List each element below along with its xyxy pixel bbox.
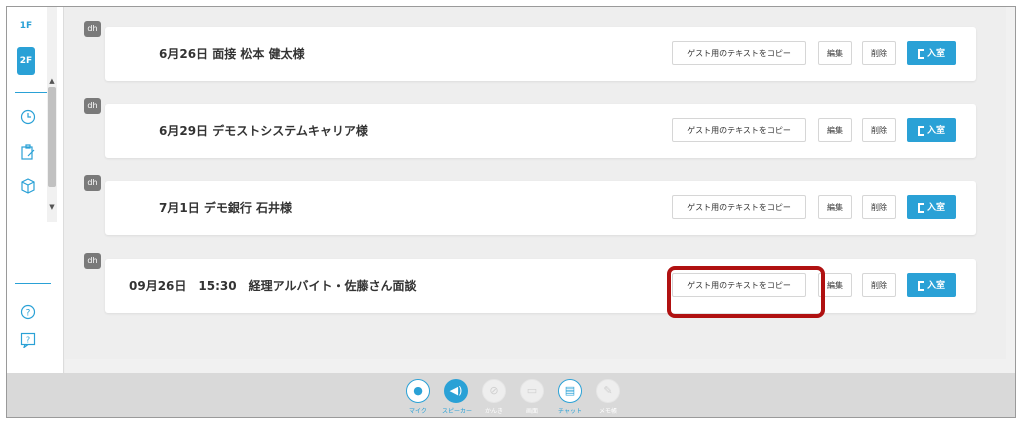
room-card: dh 6月29日 デモストシステムキャリア様 ゲスト用のテキストをコピー 編集 …: [84, 98, 976, 158]
enter-room-button[interactable]: 入室: [907, 118, 956, 142]
door-icon: [917, 48, 924, 59]
clock-icon[interactable]: [20, 109, 36, 125]
room-card: dh 6月26日 面接 松本 健太様 ゲスト用のテキストをコピー 編集 削除 入…: [84, 21, 976, 81]
room-title: 7月1日 デモ銀行 石井様: [159, 201, 293, 215]
enter-room-button[interactable]: 入室: [907, 41, 956, 65]
enter-room-button[interactable]: 入室: [907, 273, 956, 297]
delete-button[interactable]: 削除: [862, 195, 896, 219]
control-bar: ● マイク ◀) スピーカー ⊘ かんき ▭ 画面 ▤ チャット ✎ メモ帳: [7, 373, 1015, 417]
edit-note-icon[interactable]: [20, 144, 36, 160]
edit-button[interactable]: 編集: [818, 41, 852, 65]
scroll-down-icon[interactable]: ▼: [47, 203, 57, 211]
room-list: dh 6月26日 面接 松本 健太様 ゲスト用のテキストをコピー 編集 削除 入…: [65, 7, 1011, 363]
room-card: dh 7月1日 デモ銀行 石井様 ゲスト用のテキストをコピー 編集 削除 入室: [84, 175, 976, 235]
screen-share-button[interactable]: ▭ 画面: [518, 379, 546, 415]
room-title: 6月29日 デモストシステムキャリア様: [159, 124, 368, 138]
scrollbar-thumb[interactable]: [48, 87, 56, 187]
mic-button[interactable]: ● マイク: [404, 379, 432, 415]
camera-button[interactable]: ⊘ かんき: [480, 379, 508, 415]
app-window: 1F 2F ? ? ▲ ▼ dh 6月26日 面接 松本 健太様 ゲスト用のテキ…: [6, 6, 1016, 418]
highlight-box: [667, 266, 825, 318]
cube-icon[interactable]: [20, 178, 36, 194]
delete-button[interactable]: 削除: [862, 273, 896, 297]
sidebar: 1F 2F ? ? ▲ ▼: [7, 7, 64, 373]
floor-2f-tab[interactable]: 2F: [17, 47, 35, 75]
speaker-button[interactable]: ◀) スピーカー: [442, 379, 473, 415]
door-icon: [917, 202, 924, 213]
door-icon: [917, 125, 924, 136]
room-title: 6月26日 面接 松本 健太様: [159, 47, 305, 61]
speaker-label: スピーカー: [442, 408, 473, 415]
sidebar-divider: [15, 283, 51, 284]
dh-badge-icon: dh: [84, 175, 101, 191]
enter-label: 入室: [926, 49, 945, 59]
enter-room-button[interactable]: 入室: [907, 195, 956, 219]
enter-label: 入室: [926, 281, 945, 291]
copy-guest-text-button[interactable]: ゲスト用のテキストをコピー: [672, 195, 806, 219]
edit-button[interactable]: 編集: [818, 118, 852, 142]
room-title: 09月26日 15:30 経理アルバイト・佐藤さん面談: [129, 279, 417, 293]
scroll-up-icon[interactable]: ▲: [47, 77, 57, 85]
edit-button[interactable]: 編集: [818, 195, 852, 219]
copy-guest-text-button[interactable]: ゲスト用のテキストをコピー: [672, 41, 806, 65]
delete-button[interactable]: 削除: [862, 41, 896, 65]
chat-button[interactable]: ▤ チャット: [556, 379, 584, 415]
screen-share-icon: ▭: [520, 379, 544, 403]
memo-icon: ✎: [596, 379, 620, 403]
room-card: dh 09月26日 15:30 経理アルバイト・佐藤さん面談 ゲスト用のテキスト…: [84, 253, 976, 313]
help-icon[interactable]: ?: [20, 304, 36, 320]
door-icon: [917, 280, 924, 291]
sidebar-scrollbar[interactable]: ▲ ▼: [47, 7, 57, 222]
chat-label: チャット: [558, 408, 582, 415]
question-box-icon[interactable]: ?: [20, 332, 36, 350]
enter-label: 入室: [926, 203, 945, 213]
speaker-icon: ◀): [444, 379, 468, 403]
svg-text:?: ?: [26, 309, 31, 319]
enter-label: 入室: [926, 126, 945, 136]
horizontal-scrollbar[interactable]: [65, 359, 1015, 373]
camera-label: かんき: [484, 408, 503, 415]
screen-label: 画面: [525, 408, 538, 415]
camera-off-icon: ⊘: [482, 379, 506, 403]
dh-badge-icon: dh: [84, 98, 101, 114]
vertical-scrollbar[interactable]: [1006, 7, 1015, 373]
floor-1f-tab[interactable]: 1F: [17, 21, 35, 31]
copy-guest-text-button[interactable]: ゲスト用のテキストをコピー: [672, 118, 806, 142]
mic-icon: ●: [406, 379, 430, 403]
chat-icon: ▤: [558, 379, 582, 403]
dh-badge-icon: dh: [84, 21, 101, 37]
mic-label: マイク: [409, 408, 427, 415]
svg-text:?: ?: [26, 336, 30, 345]
memo-label: メモ帳: [598, 408, 617, 415]
sidebar-divider: [15, 92, 51, 93]
memo-button[interactable]: ✎ メモ帳: [594, 379, 622, 415]
delete-button[interactable]: 削除: [862, 118, 896, 142]
dh-badge-icon: dh: [84, 253, 101, 269]
